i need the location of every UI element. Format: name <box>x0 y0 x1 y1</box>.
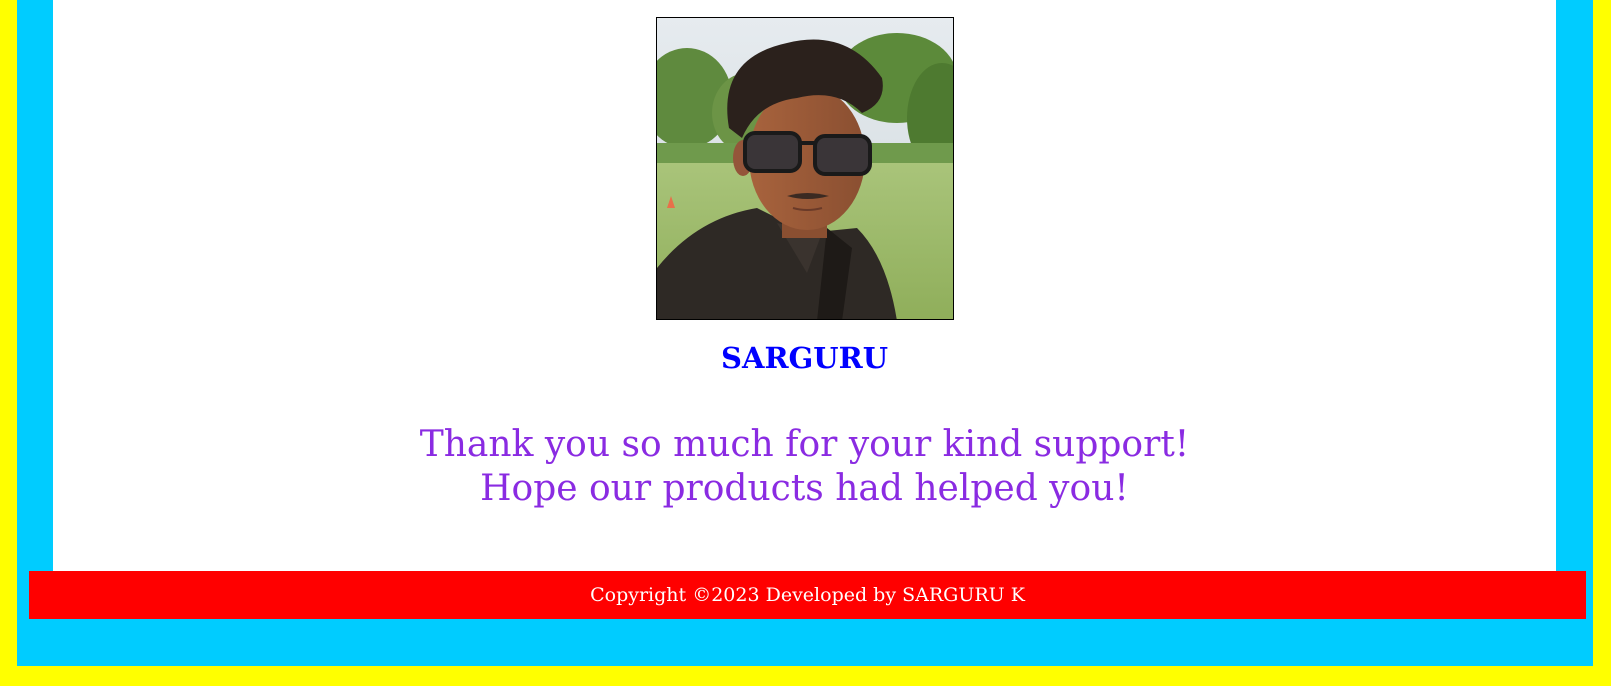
main-content: SARGURU Thank you so much for your kind … <box>53 0 1556 571</box>
copyright-text: Copyright ©2023 Developed by SARGURU K <box>590 584 1025 606</box>
thank-you-message: Thank you so much for your kind support!… <box>53 423 1556 511</box>
profile-photo-image <box>657 18 953 319</box>
hope-line: Hope our products had helped you! <box>480 468 1129 509</box>
profile-name: SARGURU <box>721 341 888 375</box>
profile-photo <box>656 17 954 320</box>
thank-you-line: Thank you so much for your kind support! <box>419 424 1190 465</box>
footer-bar: Copyright ©2023 Developed by SARGURU K <box>29 571 1586 619</box>
